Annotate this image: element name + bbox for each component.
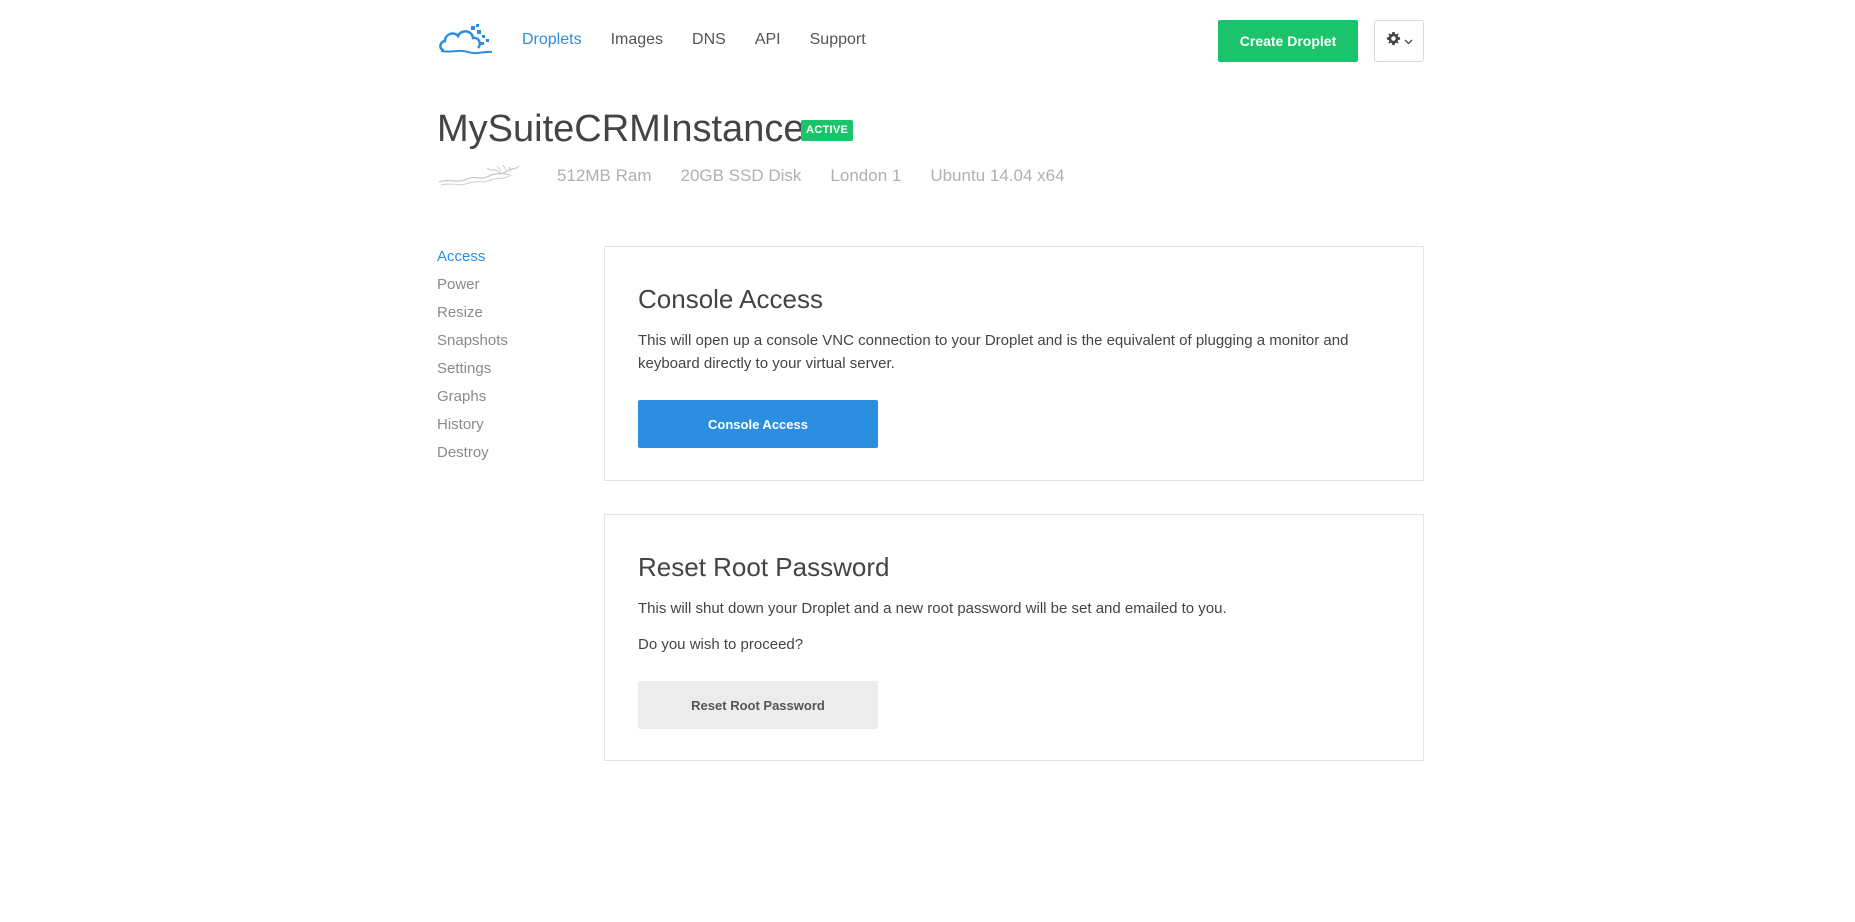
spec-image: Ubuntu 14.04 x64 — [930, 166, 1065, 185]
spec-ram: 512MB Ram — [557, 166, 652, 185]
status-badge: ACTIVE — [801, 120, 854, 141]
console-access-title: Console Access — [638, 284, 823, 314]
sidebar-item-graphs[interactable]: Graphs — [437, 387, 508, 415]
nav-support[interactable]: Support — [810, 30, 866, 50]
sidebar-item-power[interactable]: Power — [437, 275, 508, 303]
console-access-button[interactable]: Console Access — [638, 400, 878, 448]
ubuntu-logo-icon — [437, 162, 521, 190]
sidebar-item-snapshots[interactable]: Snapshots — [437, 331, 508, 359]
droplet-name: MySuiteCRMInstance — [437, 108, 805, 150]
page: Droplets Images DNS API Support Create D… — [0, 0, 1855, 922]
settings-menu-button[interactable] — [1374, 20, 1424, 62]
console-access-description: This will open up a console VNC connecti… — [638, 332, 1349, 372]
droplet-sidebar: Access Power Resize Snapshots Settings G… — [437, 247, 508, 471]
sidebar-item-resize[interactable]: Resize — [437, 303, 508, 331]
spec-region: London 1 — [830, 166, 902, 185]
create-droplet-button[interactable]: Create Droplet — [1218, 20, 1358, 62]
chevron-down-icon — [1404, 32, 1413, 50]
nav-dns[interactable]: DNS — [692, 30, 726, 50]
nav-droplets[interactable]: Droplets — [522, 30, 582, 50]
cloud-logo-icon[interactable] — [438, 22, 494, 56]
nav-api[interactable]: API — [755, 30, 781, 50]
spec-disk: 20GB SSD Disk — [680, 166, 802, 185]
nav-images[interactable]: Images — [611, 30, 663, 50]
main-nav: Droplets Images DNS API Support — [522, 30, 895, 50]
sidebar-item-access[interactable]: Access — [437, 247, 508, 275]
droplet-specs: 512MB Ram 20GB SSD Disk London 1 Ubuntu … — [557, 166, 1094, 186]
reset-password-question: Do you wish to proceed? — [638, 636, 804, 653]
reset-password-panel: Reset Root Password This will shut down … — [604, 514, 1424, 761]
reset-password-title: Reset Root Password — [638, 552, 890, 582]
sidebar-item-settings[interactable]: Settings — [437, 359, 508, 387]
reset-root-password-button[interactable]: Reset Root Password — [638, 681, 878, 729]
reset-password-description: This will shut down your Droplet and a n… — [638, 600, 1227, 617]
gear-icon — [1386, 31, 1401, 51]
console-access-panel: Console Access This will open up a conso… — [604, 246, 1424, 481]
sidebar-item-destroy[interactable]: Destroy — [437, 443, 508, 471]
sidebar-item-history[interactable]: History — [437, 415, 508, 443]
